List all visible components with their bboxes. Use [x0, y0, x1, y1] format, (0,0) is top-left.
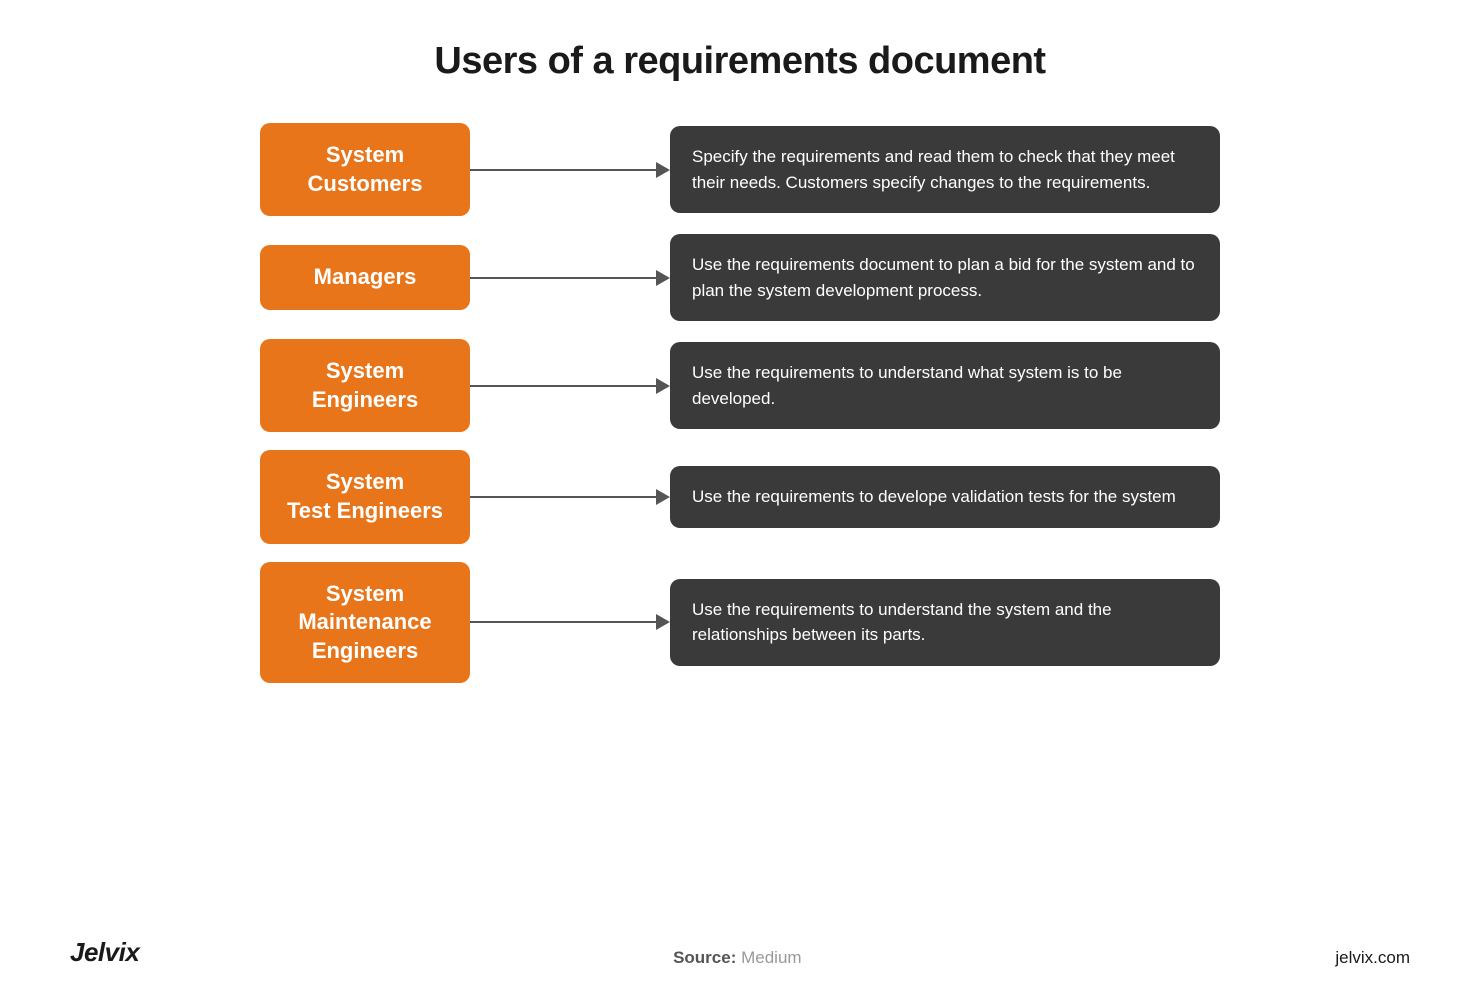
source-credit: Source: Medium: [673, 948, 802, 968]
row-system-test-engineers: System Test Engineers Use the requirement…: [260, 450, 1220, 543]
diagram: System Customers Specify the requirements…: [260, 123, 1220, 917]
arrowhead-icon: [656, 489, 670, 505]
arrow-system-engineers: [470, 378, 670, 394]
page-title: Users of a requirements document: [434, 40, 1045, 83]
page-container: Users of a requirements document System …: [0, 0, 1480, 998]
arrow-managers: [470, 270, 670, 286]
arrow-system-test-engineers: [470, 489, 670, 505]
row-system-engineers: System Engineers Use the requirements to …: [260, 339, 1220, 432]
label-system-customers: System Customers: [260, 123, 470, 216]
arrowhead-icon: [656, 162, 670, 178]
brand-right: jelvix.com: [1335, 948, 1410, 968]
desc-system-engineers: Use the requirements to understand what …: [670, 342, 1220, 429]
row-system-maintenance-engineers: System Maintenance Engineers Use the requ…: [260, 562, 1220, 684]
desc-system-customers: Specify the requirements and read them t…: [670, 126, 1220, 213]
label-system-maintenance-engineers: System Maintenance Engineers: [260, 562, 470, 684]
arrowhead-icon: [656, 614, 670, 630]
arrowhead-icon: [656, 378, 670, 394]
brand-left: Jelvix: [70, 937, 139, 968]
row-system-customers: System Customers Specify the requirements…: [260, 123, 1220, 216]
label-system-test-engineers: System Test Engineers: [260, 450, 470, 543]
desc-system-test-engineers: Use the requirements to develope validat…: [670, 466, 1220, 528]
arrow-system-customers: [470, 162, 670, 178]
arrow-system-maintenance-engineers: [470, 614, 670, 630]
row-managers: Managers Use the requirements document to…: [260, 234, 1220, 321]
arrowhead-icon: [656, 270, 670, 286]
footer: Jelvix Source: Medium jelvix.com: [60, 937, 1420, 968]
desc-system-maintenance-engineers: Use the requirements to understand the s…: [670, 579, 1220, 666]
label-managers: Managers: [260, 245, 470, 310]
label-system-engineers: System Engineers: [260, 339, 470, 432]
desc-managers: Use the requirements document to plan a …: [670, 234, 1220, 321]
